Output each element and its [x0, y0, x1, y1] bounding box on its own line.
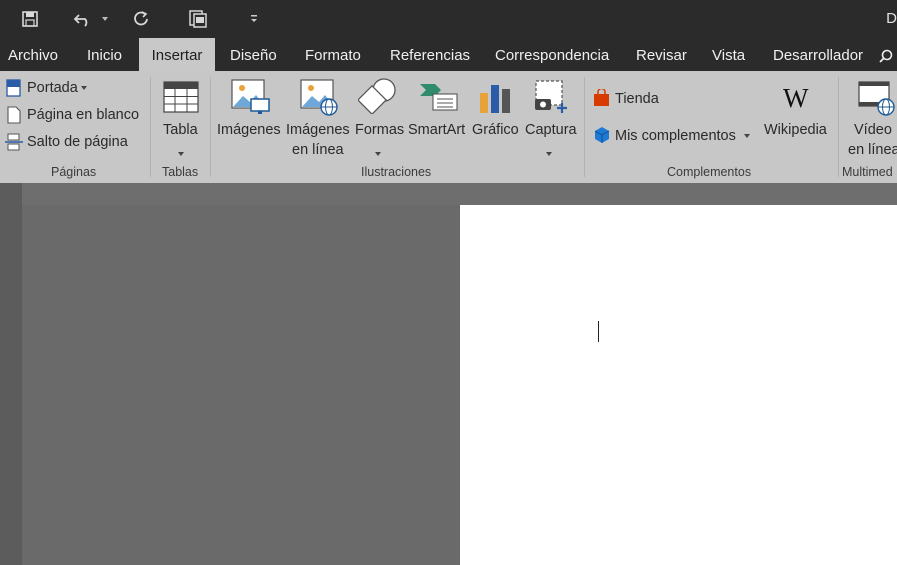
group-label-tablas: Tablas: [162, 165, 199, 179]
tell-me-search-icon[interactable]: [879, 38, 893, 71]
vertical-ruler: [0, 183, 22, 565]
my-addins-icon[interactable]: [593, 126, 611, 149]
table-icon[interactable]: [163, 81, 199, 118]
group-label-complementos: Complementos: [667, 165, 752, 179]
store-icon[interactable]: [593, 87, 610, 112]
tabla-dropdown-icon[interactable]: [178, 145, 184, 163]
group-label-ilustraciones: Ilustraciones: [361, 165, 432, 179]
page-break-icon: [5, 133, 23, 156]
screenshot-icon[interactable]: [533, 79, 571, 120]
text-cursor: [598, 321, 599, 342]
shapes-icon[interactable]: [356, 78, 398, 119]
wikipedia-button[interactable]: Wikipedia: [764, 122, 827, 138]
imagenes-button[interactable]: Imágenes: [217, 122, 281, 138]
undo-icon[interactable]: [70, 8, 96, 30]
tab-revisar[interactable]: Revisar: [636, 38, 687, 71]
undo-dropdown-icon[interactable]: [99, 8, 111, 30]
save-icon[interactable]: [18, 8, 42, 30]
group-divider: [150, 77, 151, 177]
grafico-button[interactable]: Gráfico: [472, 122, 519, 138]
tabla-button[interactable]: Tabla: [163, 122, 198, 138]
smartart-icon[interactable]: [419, 82, 459, 119]
group-label-multimedia: Multimed: [842, 165, 893, 179]
tienda-button[interactable]: Tienda: [615, 91, 659, 107]
wikipedia-icon[interactable]: W: [783, 85, 808, 112]
tab-archivo[interactable]: Archivo: [8, 38, 58, 71]
pictures-icon[interactable]: [231, 79, 271, 122]
window-title: D: [886, 10, 897, 27]
portada-button[interactable]: Portada: [27, 80, 87, 96]
captura-dropdown-icon[interactable]: [546, 145, 552, 163]
tab-desarrollador[interactable]: Desarrollador: [773, 38, 863, 71]
tab-formato[interactable]: Formato: [305, 38, 361, 71]
online-video-icon[interactable]: [858, 81, 897, 122]
quick-access-toolbar: D: [0, 0, 897, 38]
blank-page-icon: [7, 106, 21, 129]
redo-icon[interactable]: [130, 8, 152, 30]
cover-page-icon: [6, 79, 22, 102]
salto-de-pagina-button[interactable]: Salto de página: [27, 134, 128, 150]
group-divider: [838, 77, 839, 177]
group-label-paginas: Páginas: [51, 165, 97, 179]
imagenes-en-linea-button[interactable]: Imágenes: [286, 122, 350, 138]
document-page[interactable]: [460, 205, 897, 565]
ribbon-insertar: Portada Página en blanco Salto de página…: [0, 71, 897, 183]
tab-diseno[interactable]: Diseño: [230, 38, 277, 71]
mis-complementos-button[interactable]: Mis complementos: [615, 128, 750, 144]
tab-insertar[interactable]: Insertar: [139, 38, 215, 71]
tab-vista[interactable]: Vista: [712, 38, 745, 71]
print-preview-icon[interactable]: [186, 8, 210, 30]
video-en-linea-button-line2[interactable]: en línea: [848, 142, 897, 158]
tab-referencias[interactable]: Referencias: [390, 38, 470, 71]
formas-button[interactable]: Formas: [355, 122, 404, 138]
smartart-button[interactable]: SmartArt: [408, 122, 465, 138]
captura-button[interactable]: Captura: [525, 122, 577, 138]
pagina-en-blanco-button[interactable]: Página en blanco: [27, 107, 139, 123]
online-pictures-icon[interactable]: [300, 79, 340, 122]
ruler-area: [0, 183, 897, 205]
video-en-linea-button[interactable]: Vídeo: [854, 122, 892, 138]
customize-toolbar-icon[interactable]: [246, 8, 262, 30]
ribbon-tabs: Archivo Inicio Insertar Diseño Formato R…: [0, 38, 897, 71]
tab-correspondencia[interactable]: Correspondencia: [495, 38, 609, 71]
formas-dropdown-icon[interactable]: [375, 145, 381, 163]
imagenes-en-linea-button-line2[interactable]: en línea: [292, 142, 344, 158]
tab-inicio[interactable]: Inicio: [87, 38, 122, 71]
group-divider: [210, 77, 211, 177]
group-divider: [584, 77, 585, 177]
chart-icon[interactable]: [478, 81, 512, 120]
